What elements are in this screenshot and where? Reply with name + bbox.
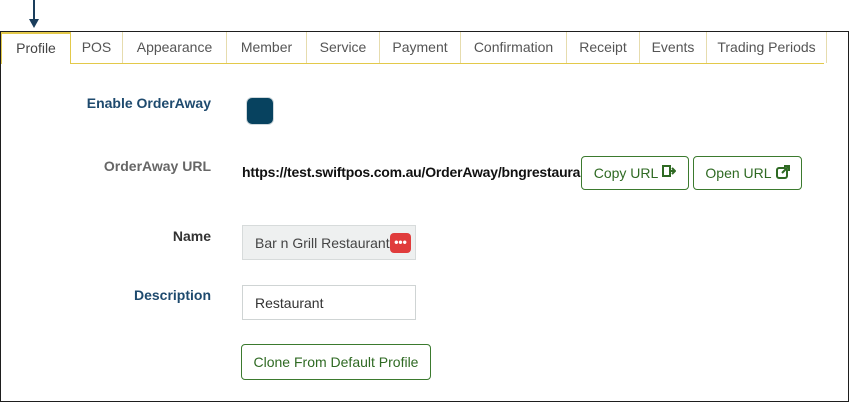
tab-bar: Profile POS Appearance Member Service Pa… (1, 32, 848, 64)
tab-underline (70, 63, 824, 64)
tab-confirmation[interactable]: Confirmation (461, 32, 567, 63)
tab-appearance[interactable]: Appearance (123, 32, 227, 63)
open-url-label: Open URL (705, 165, 772, 181)
tab-member[interactable]: Member (227, 32, 307, 63)
external-link-icon (775, 164, 790, 182)
tab-receipt[interactable]: Receipt (567, 32, 640, 63)
profile-panel: Profile POS Appearance Member Service Pa… (0, 31, 849, 402)
tab-profile[interactable]: Profile (1, 32, 71, 64)
pointer-arrow-icon (29, 19, 39, 28)
enable-orderaway-label: Enable OrderAway (86, 95, 211, 111)
copy-url-icon (662, 165, 677, 181)
name-field[interactable]: Bar n Grill Restaurant ••• (242, 225, 416, 260)
orderaway-url-value: https://test.swiftpos.com.au/OrderAway/b… (242, 164, 594, 180)
open-url-button[interactable]: Open URL (693, 156, 802, 190)
copy-url-label: Copy URL (593, 165, 659, 181)
tab-trading-periods[interactable]: Trading Periods (707, 32, 827, 63)
copy-url-button[interactable]: Copy URL (581, 156, 689, 190)
tab-pos[interactable]: POS (71, 32, 123, 63)
name-label: Name (172, 228, 211, 244)
clone-button-label: Clone From Default Profile (253, 354, 419, 370)
tab-payment[interactable]: Payment (380, 32, 461, 63)
tab-service[interactable]: Service (307, 32, 380, 63)
enable-orderaway-checkbox[interactable] (246, 97, 274, 125)
description-input[interactable] (242, 285, 416, 320)
more-dots-icon[interactable]: ••• (390, 233, 411, 253)
description-label: Description (133, 287, 211, 303)
clone-from-default-profile-button[interactable]: Clone From Default Profile (241, 344, 431, 380)
orderaway-url-label: OrderAway URL (103, 158, 211, 174)
name-value: Bar n Grill Restaurant (255, 234, 390, 251)
tab-events[interactable]: Events (640, 32, 707, 63)
